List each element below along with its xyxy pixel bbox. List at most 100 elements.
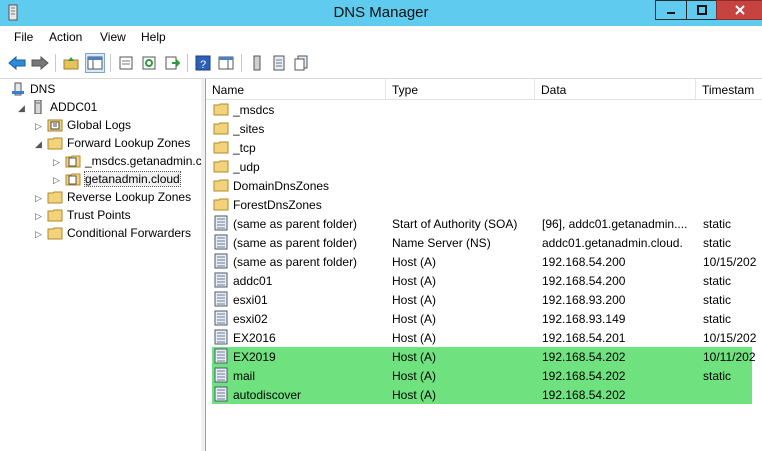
table-row[interactable]: (same as parent folder) Name Server (NS) a… (212, 233, 762, 252)
expand-icon[interactable]: ▷ (35, 211, 45, 221)
cell-type: Host (A) (392, 312, 437, 326)
arrow-right-icon (31, 56, 49, 70)
cell-name: _udp (233, 160, 260, 174)
collapse-icon[interactable]: ◢ (35, 139, 45, 149)
column-header-data[interactable]: Data (535, 79, 696, 99)
table-row[interactable]: autodiscover Host (A) 192.168.54.202 (212, 385, 752, 404)
server-button[interactable] (248, 54, 266, 72)
properties-icon (119, 56, 133, 70)
cell-name: (same as parent folder) (233, 236, 358, 250)
dns-icon (12, 82, 24, 96)
close-button[interactable] (716, 0, 762, 20)
folder-icon (213, 141, 229, 154)
cell-data: [96], addc01.getanadmin.... (542, 217, 688, 231)
tree-node-trust-points[interactable]: Trust Points (47, 206, 131, 224)
tree-node-conditional-forwarders[interactable]: Conditional Forwarders (47, 224, 191, 242)
table-row[interactable]: esxi01 Host (A) 192.168.93.200 static (212, 290, 762, 309)
menu-file[interactable]: File (14, 30, 33, 44)
help-button[interactable]: ? (194, 54, 212, 72)
toolbar-separator (241, 54, 242, 72)
cell-timestamp: 10/15/202 (703, 331, 757, 345)
table-row[interactable]: _udp (212, 157, 762, 176)
tree-node-forward-lookup-zones[interactable]: Forward Lookup Zones (47, 134, 190, 152)
cell-type: Host (A) (392, 369, 437, 383)
tree-node-msdcs-zone[interactable]: _msdcs.getanadmin.c (65, 152, 201, 170)
server-icon (34, 100, 42, 114)
record-icon (214, 386, 228, 402)
cell-type: Name Server (NS) (392, 236, 491, 250)
tree-label: Forward Lookup Zones (67, 136, 191, 150)
export-list-button[interactable] (163, 54, 181, 72)
maximize-icon (697, 5, 707, 15)
tree-node-getanadmin-zone[interactable]: getanadmin.cloud (65, 170, 181, 188)
table-row[interactable]: addc01 Host (A) 192.168.54.200 static (212, 271, 762, 290)
expand-icon[interactable]: ▷ (35, 121, 45, 131)
tree-label: Global Logs (67, 118, 132, 132)
folder-icon (213, 122, 229, 135)
arrow-left-icon (8, 56, 26, 70)
show-hide-console-tree-button[interactable] (85, 53, 105, 73)
properties-button[interactable] (117, 54, 135, 72)
cell-name: (same as parent folder) (233, 255, 358, 269)
console-tree-icon (87, 56, 103, 70)
expand-icon[interactable]: ▷ (53, 157, 63, 167)
column-header-timestamp[interactable]: Timestam (696, 79, 762, 99)
list-header: Name Type Data Timestam (206, 79, 762, 100)
cell-timestamp: static (703, 217, 732, 231)
table-row[interactable]: (same as parent folder) Host (A) 192.168.5… (212, 252, 762, 271)
up-folder-button[interactable] (62, 54, 80, 72)
cell-type: Start of Authority (SOA) (392, 217, 518, 231)
tree-node-server[interactable]: ADDC01 (30, 98, 97, 116)
console-tree: DNS ◢ ADDC01 ▷ Global Logs ◢ Forward Loo… (0, 79, 202, 451)
table-row[interactable]: EX2016 Host (A) 192.168.54.201 10/15/202 (212, 328, 762, 347)
folder-icon (47, 227, 63, 240)
table-row[interactable]: esxi02 Host (A) 192.168.93.149 static (212, 309, 762, 328)
cell-type: Host (A) (392, 255, 437, 269)
table-row[interactable]: (same as parent folder) Start of Authorit… (212, 214, 762, 233)
table-row[interactable]: DomainDnsZones (212, 176, 762, 195)
column-header-name[interactable]: Name (206, 79, 386, 99)
expand-icon[interactable]: ▷ (53, 175, 63, 185)
tree-node-global-logs[interactable]: Global Logs (47, 116, 131, 134)
table-row[interactable]: ForestDnsZones (212, 195, 762, 214)
cell-timestamp: static (703, 293, 732, 307)
table-row[interactable]: mail Host (A) 192.168.54.202 static (212, 366, 752, 385)
table-row[interactable]: _tcp (212, 138, 762, 157)
forward-button[interactable] (31, 54, 49, 72)
maximize-button[interactable] (686, 0, 718, 20)
tree-label: getanadmin.cloud (84, 171, 181, 187)
record-icon (214, 348, 228, 364)
table-row[interactable]: _sites (212, 119, 762, 138)
show-hide-action-pane-button[interactable] (217, 54, 235, 72)
menu-action[interactable]: Action (49, 30, 82, 44)
window-title: DNS Manager (333, 4, 429, 21)
table-row[interactable]: _msdcs (212, 100, 762, 119)
cell-data: 192.168.54.202 (542, 369, 626, 383)
refresh-button[interactable] (140, 54, 158, 72)
records-button[interactable] (292, 54, 310, 72)
folder-icon (213, 198, 229, 211)
collapse-icon[interactable]: ◢ (18, 103, 28, 113)
cell-type: Host (A) (392, 274, 437, 288)
record-button[interactable] (270, 54, 288, 72)
menu-help[interactable]: Help (141, 30, 166, 44)
tree-label: DNS (30, 82, 56, 96)
folder-up-icon (63, 57, 79, 70)
menu-bar: File Action View Help (0, 26, 762, 48)
expand-icon[interactable]: ▷ (35, 193, 45, 203)
back-button[interactable] (8, 54, 26, 72)
help-icon: ? (195, 55, 211, 71)
table-row[interactable]: EX2019 Host (A) 192.168.54.202 10/11/202 (212, 347, 756, 366)
folder-icon (213, 160, 229, 173)
folder-icon (47, 209, 63, 222)
minimize-button[interactable] (655, 0, 687, 20)
column-header-type[interactable]: Type (386, 79, 535, 99)
expand-icon[interactable]: ▷ (35, 229, 45, 239)
folder-icon (213, 103, 229, 116)
cell-name: ForestDnsZones (233, 198, 322, 212)
menu-view[interactable]: View (100, 30, 126, 44)
folder-icon (213, 179, 229, 192)
tree-node-dns[interactable]: DNS (10, 80, 55, 98)
cell-timestamp: 10/15/202 (703, 255, 757, 269)
tree-node-reverse-lookup-zones[interactable]: Reverse Lookup Zones (47, 188, 191, 206)
